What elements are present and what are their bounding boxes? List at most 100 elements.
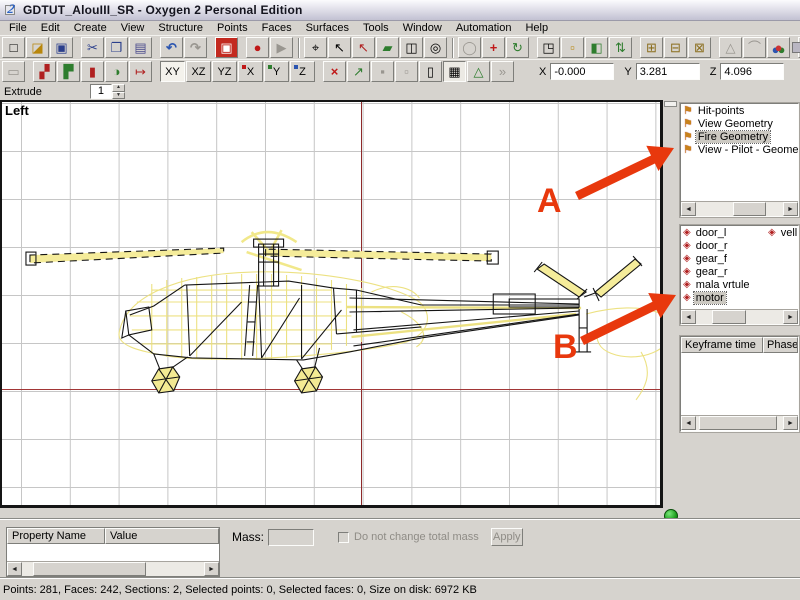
menu-tools[interactable]: Tools [356, 21, 396, 35]
animation-item-door-r[interactable]: ◈door_r [681, 239, 798, 252]
select-arrow-button[interactable]: ↖ [328, 37, 351, 58]
scroll-thumb[interactable] [733, 202, 766, 216]
new-file-button[interactable]: □ [2, 37, 25, 58]
extrude-spin-up[interactable]: ▲ [112, 84, 125, 92]
point-map-button[interactable]: ↦ [129, 61, 152, 82]
animation-item-motor[interactable]: ◈motor [681, 291, 798, 304]
undo-button[interactable]: ↶ [160, 37, 183, 58]
colorize-button[interactable]: ● [767, 37, 790, 58]
wire-button[interactable]: ▫ [395, 61, 418, 82]
viewport-splitter-handle[interactable] [664, 101, 677, 107]
scroll-right-icon[interactable]: ► [204, 562, 219, 576]
extrude-spin-down[interactable]: ▼ [112, 92, 125, 100]
menu-view[interactable]: View [114, 21, 152, 35]
selections-hscrollbar[interactable]: ◄ ► [681, 201, 798, 216]
zoom-tool-button[interactable]: ◎ [424, 37, 447, 58]
scroll-thumb[interactable] [699, 416, 777, 430]
keyframe-time-header[interactable]: Keyframe time [681, 337, 763, 353]
cut-button[interactable]: ✂ [81, 37, 104, 58]
triangulate-button[interactable]: △ [719, 37, 742, 58]
move-points-button[interactable]: + [482, 37, 505, 58]
select-polygon-button[interactable]: ▰ [376, 37, 399, 58]
menu-structure[interactable]: Structure [151, 21, 210, 35]
fly-mode-button[interactable]: ↗ [347, 61, 370, 82]
animation-item-gear-r[interactable]: ◈gear_r [681, 265, 798, 278]
selection-item-fire-geometry[interactable]: ⚑Fire Geometry [681, 130, 798, 143]
plane-yz-button[interactable]: YZ [212, 61, 237, 82]
play-button[interactable]: ▶ [270, 37, 293, 58]
coord-y-input[interactable] [636, 63, 700, 80]
scroll-right-icon[interactable]: ► [783, 416, 798, 430]
animation-item-mala-vrtule[interactable]: ◈mala vrtule [681, 278, 798, 291]
scroll-left-icon[interactable]: ◄ [681, 416, 696, 430]
select-connected-button[interactable]: ◫ [400, 37, 423, 58]
scroll-right-icon[interactable]: ► [783, 310, 798, 324]
zoom-extents-button[interactable]: △ [467, 61, 490, 82]
point-merge-button[interactable]: ▞ [33, 61, 56, 82]
apply-button[interactable]: Apply [491, 528, 523, 546]
coord-x-input[interactable] [550, 63, 614, 80]
box-tool-button[interactable]: ▭ [2, 61, 25, 82]
extrude-edge-button[interactable]: ⊟ [664, 37, 687, 58]
scroll-track[interactable] [22, 562, 204, 576]
viewport-left[interactable]: Left [0, 100, 663, 508]
bounding-box-button[interactable]: ▯ [419, 61, 442, 82]
scroll-right-icon[interactable]: ► [783, 202, 798, 216]
flip-button[interactable]: ⇅ [609, 37, 632, 58]
axis-x-button[interactable]: X [238, 61, 263, 82]
hide-selection-button[interactable]: × [323, 61, 346, 82]
viewer-button[interactable]: ▣ [215, 37, 238, 58]
square-button[interactable]: ▫ [561, 37, 584, 58]
menu-surfaces[interactable]: Surfaces [299, 21, 356, 35]
selection-item-view-geometry[interactable]: ⚑View Geometry [681, 117, 798, 130]
select-rectangle-button[interactable]: ⌖ [304, 37, 327, 58]
mass-input[interactable] [268, 529, 314, 546]
scroll-track[interactable] [696, 416, 783, 430]
axis-z-button[interactable]: Z [290, 61, 315, 82]
property-name-header[interactable]: Property Name [7, 528, 105, 544]
menu-create[interactable]: Create [67, 21, 114, 35]
save-button[interactable]: ▣ [50, 37, 73, 58]
select-lasso-button[interactable]: ↖ [352, 37, 375, 58]
scroll-thumb[interactable] [33, 562, 146, 576]
open-button[interactable]: ◪ [26, 37, 49, 58]
point-bar-button[interactable]: ▮ [81, 61, 104, 82]
scroll-track[interactable] [696, 202, 783, 216]
copy-button[interactable]: ❐ [105, 37, 128, 58]
selection-item-hit-points[interactable]: ⚑Hit-points [681, 104, 798, 117]
phase-header[interactable]: Phase [763, 337, 798, 353]
record-button[interactable]: ● [246, 37, 269, 58]
plane-xy-button[interactable]: XY [160, 61, 185, 82]
extrude-value[interactable]: 1 [90, 84, 112, 99]
coord-z-input[interactable] [720, 63, 784, 80]
plane-xz-button[interactable]: XZ [186, 61, 211, 82]
keyframe-hscrollbar[interactable]: ◄ ► [681, 415, 798, 430]
paste-button[interactable]: ▤ [129, 37, 152, 58]
animation-item-vel[interactable]: ◈vell [766, 226, 798, 239]
menu-faces[interactable]: Faces [255, 21, 299, 35]
grid-toggle-button[interactable]: ▦ [443, 61, 466, 82]
axis-y-button[interactable]: Y [264, 61, 289, 82]
scroll-left-icon[interactable]: ◄ [681, 310, 696, 324]
menu-file[interactable]: File [2, 21, 34, 35]
extrude-box-button[interactable]: ⊞ [640, 37, 663, 58]
selection-item-view-pilot-geometry[interactable]: ⚑View - Pilot - Geometry [681, 143, 798, 156]
redo-button[interactable]: ↷ [184, 37, 207, 58]
weld-button[interactable]: ↻ [506, 37, 529, 58]
scroll-left-icon[interactable]: ◄ [681, 202, 696, 216]
keyframe-table-body[interactable] [681, 353, 798, 415]
value-header[interactable]: Value [105, 528, 219, 544]
circle-select-button[interactable]: ◯ [458, 37, 481, 58]
mass-checkbox[interactable] [338, 532, 349, 543]
path-tool-button[interactable]: ⌒ [743, 37, 766, 58]
menu-points[interactable]: Points [210, 21, 255, 35]
animations-hscrollbar[interactable]: ◄ ► [681, 309, 798, 324]
shade-button[interactable]: ▪ [371, 61, 394, 82]
walk-mode-button[interactable]: » [491, 61, 514, 82]
point-bars-button[interactable]: ▛ [57, 61, 80, 82]
menu-window[interactable]: Window [396, 21, 449, 35]
menu-edit[interactable]: Edit [34, 21, 67, 35]
animation-item-gear-f[interactable]: ◈gear_f [681, 252, 798, 265]
menu-automation[interactable]: Automation [449, 21, 519, 35]
point-cylinders-button[interactable]: ◑ [105, 61, 128, 82]
